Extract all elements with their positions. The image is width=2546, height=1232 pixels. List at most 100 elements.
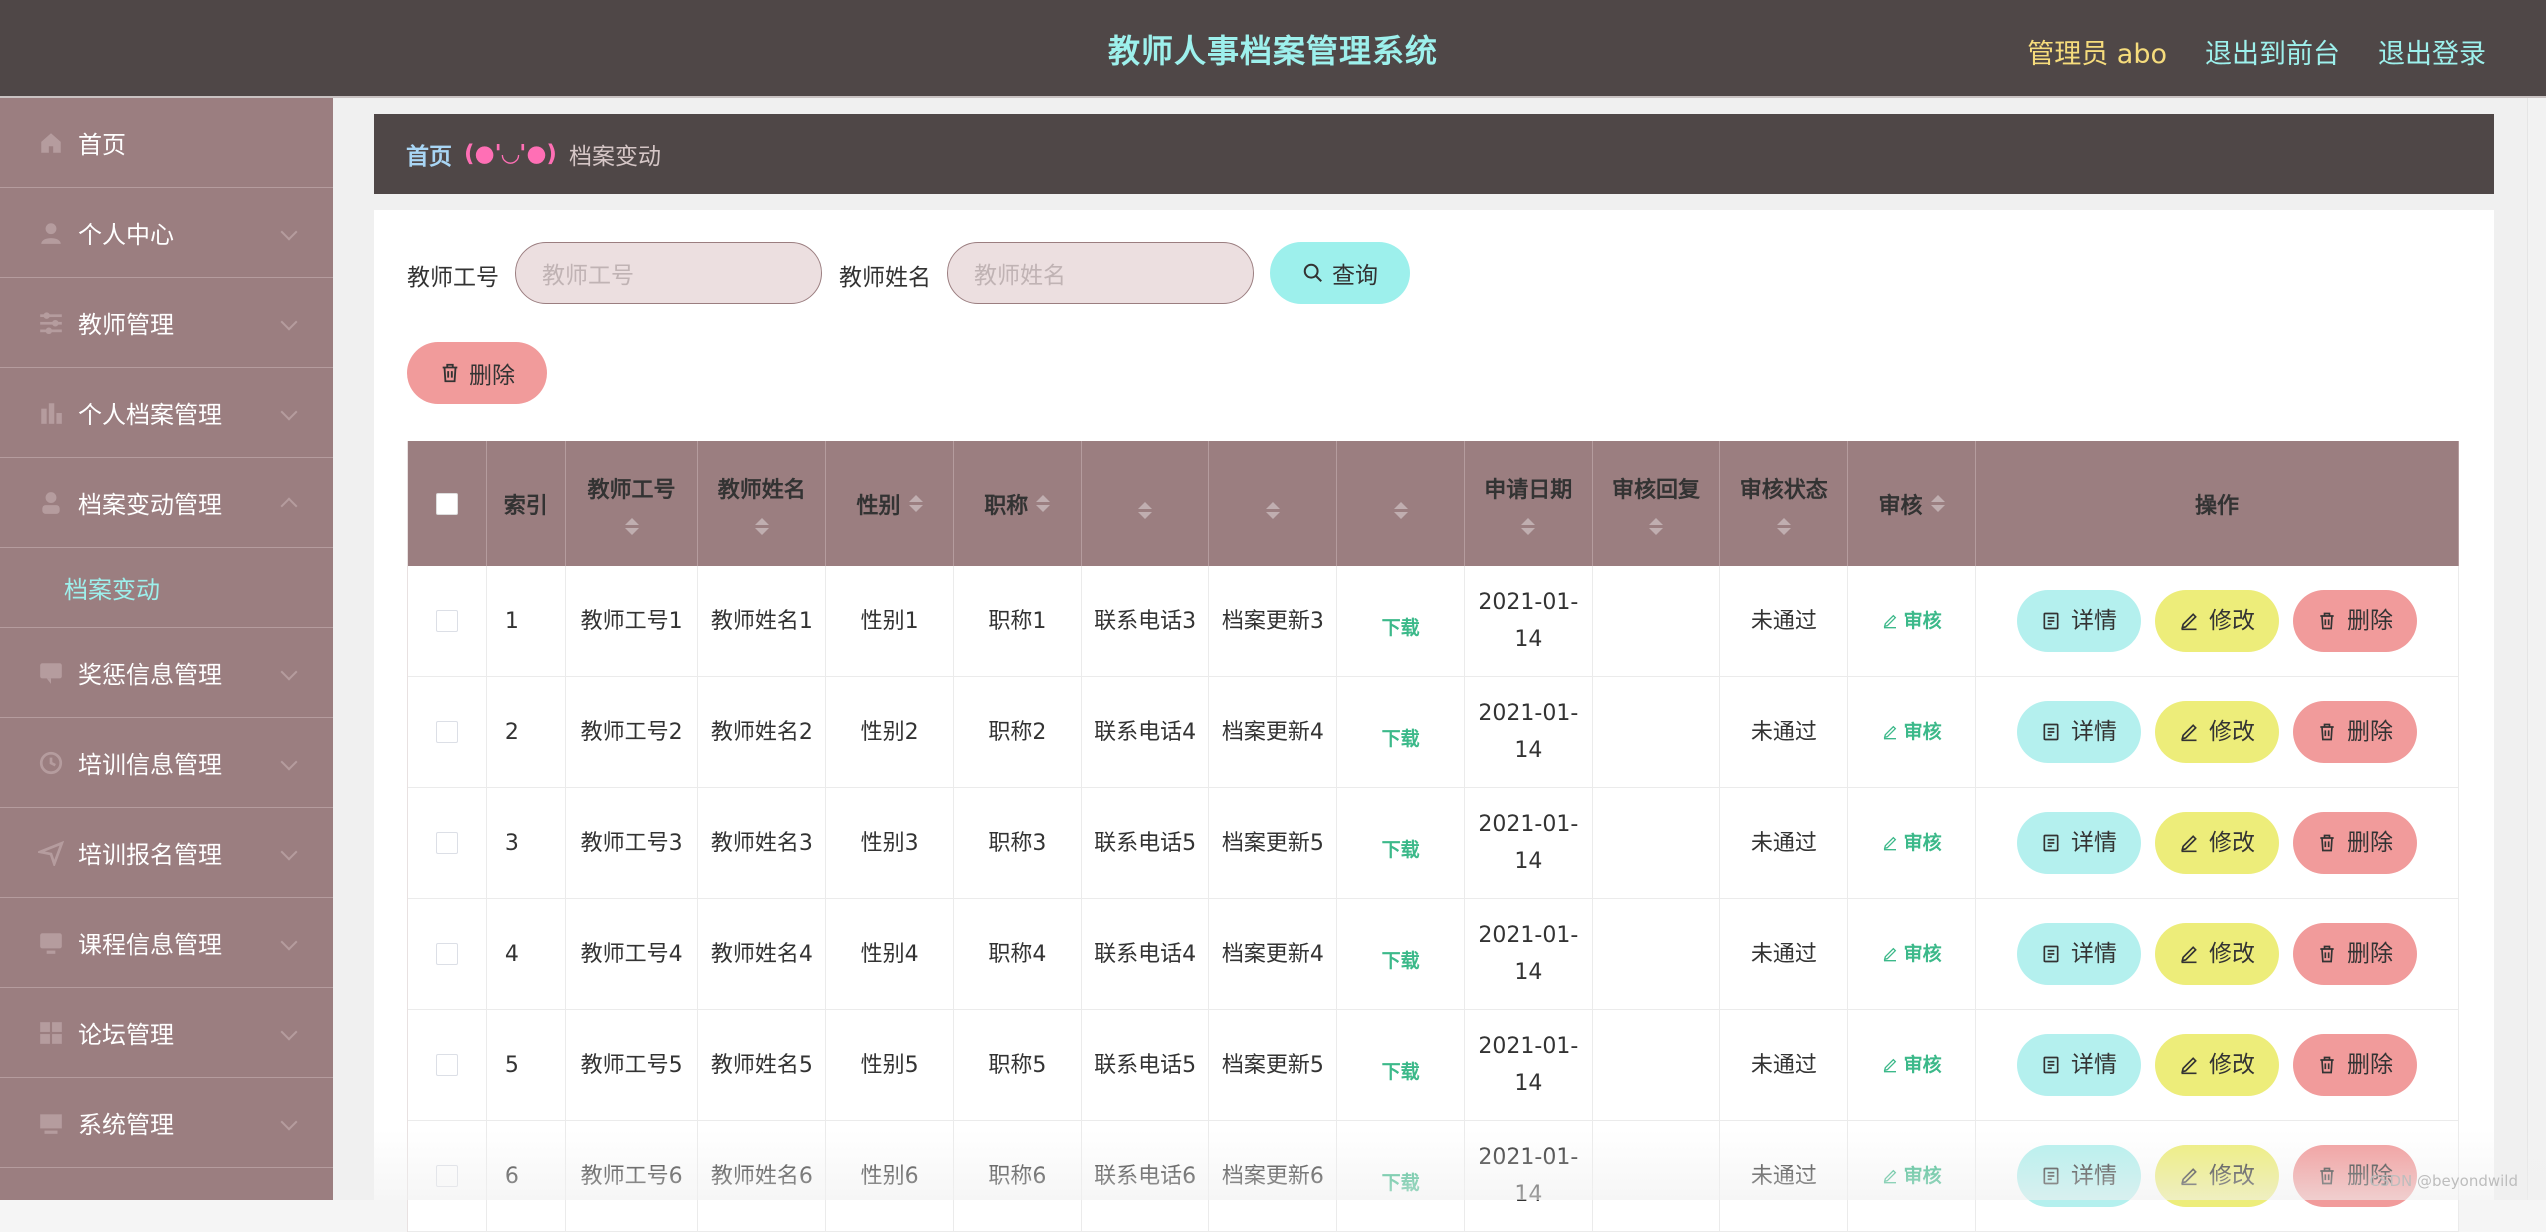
sidebar-item-training-signup[interactable]: 培训报名管理	[0, 808, 333, 898]
delete-button[interactable]: 删除	[2292, 812, 2417, 874]
breadcrumb-home[interactable]: 首页	[406, 137, 452, 171]
sort-icon[interactable]	[1265, 502, 1280, 519]
sidebar-item-personal-center[interactable]: 个人中心	[0, 188, 333, 278]
document-icon	[2043, 723, 2059, 741]
edit-button[interactable]: 修改	[2154, 923, 2279, 985]
edit-button[interactable]: 修改	[2154, 812, 2279, 874]
batch-delete-button[interactable]: 删除	[407, 342, 547, 404]
column-header-apply-date[interactable]: 申请日期	[1465, 441, 1593, 566]
sort-icon[interactable]	[1393, 502, 1408, 519]
column-header-title[interactable]: 职称	[954, 441, 1082, 566]
column-header-teacher-name[interactable]: 教师姓名	[698, 441, 827, 566]
sidebar-item-archive-change-management[interactable]: 档案变动管理	[0, 458, 333, 548]
detail-button[interactable]: 详情	[2016, 923, 2141, 985]
sidebar-item-system[interactable]: 系统管理	[0, 1078, 333, 1168]
cell-index: 1	[504, 608, 519, 634]
sidebar-item-personal-archive[interactable]: 个人档案管理	[0, 368, 333, 458]
column-header-audit-status[interactable]: 审核状态	[1720, 441, 1849, 566]
download-link[interactable]: 下载	[1382, 721, 1420, 758]
cell-gender: 性别1	[860, 608, 919, 634]
row-checkbox[interactable]	[435, 610, 458, 632]
cell-phone: 联系电话5	[1094, 830, 1197, 856]
sidebar-item-reward-punishment[interactable]: 奖惩信息管理	[0, 628, 333, 718]
download-link[interactable]: 下载	[1382, 832, 1420, 869]
detail-button[interactable]: 详情	[2016, 812, 2141, 874]
sidebar-item-home[interactable]: 首页	[0, 98, 333, 188]
sort-icon[interactable]	[754, 518, 769, 535]
edit-button[interactable]: 修改	[2154, 701, 2279, 763]
download-link[interactable]: 下载	[1382, 610, 1420, 647]
delete-button[interactable]: 删除	[2292, 923, 2417, 985]
table-cell	[408, 788, 487, 898]
delete-button[interactable]: 删除	[2292, 1034, 2417, 1096]
table-cell: 档案更新3	[1209, 566, 1338, 676]
audit-link[interactable]: 审核	[1882, 825, 1942, 862]
sort-icon[interactable]	[1521, 518, 1536, 535]
exit-to-front-link[interactable]: 退出到前台	[2205, 32, 2340, 71]
delete-button[interactable]: 删除	[2292, 590, 2417, 652]
detail-button[interactable]: 详情	[2016, 590, 2141, 652]
cell-audit-status: 未通过	[1750, 608, 1817, 634]
table-row: 5 教师工号5 教师姓名5 性别5 职称5 联系电话5 档案更新5 下载 2021-01-14 未…	[408, 1010, 2459, 1121]
row-checkbox[interactable]	[435, 1165, 458, 1187]
sort-icon[interactable]	[908, 495, 923, 512]
download-link[interactable]: 下载	[1382, 943, 1420, 980]
sidebar-item-training-info[interactable]: 培训信息管理	[0, 718, 333, 808]
sort-icon[interactable]	[1036, 495, 1051, 512]
row-checkbox[interactable]	[435, 721, 458, 743]
table-cell: 未通过	[1720, 788, 1849, 898]
download-link[interactable]: 下载	[1382, 1165, 1420, 1202]
table-cell: 教师姓名5	[698, 1010, 827, 1120]
sort-icon[interactable]	[1649, 518, 1664, 535]
table-cell	[408, 566, 487, 676]
cell-audit-status: 未通过	[1750, 1052, 1817, 1078]
edit-button[interactable]: 修改	[2154, 1034, 2279, 1096]
delete-button[interactable]: 删除	[2292, 701, 2417, 763]
cell-apply-date: 2021-01-14	[1478, 590, 1579, 652]
detail-button[interactable]: 详情	[2016, 1034, 2141, 1096]
column-header-index: 索引	[487, 441, 566, 566]
table-cell: 性别1	[826, 566, 954, 676]
row-checkbox[interactable]	[435, 1054, 458, 1076]
sliders-icon	[40, 312, 62, 335]
edit-button[interactable]: 修改	[2154, 1145, 2279, 1207]
sort-icon[interactable]	[624, 518, 639, 535]
column-header-file[interactable]	[1337, 441, 1465, 566]
detail-button[interactable]: 详情	[2016, 1145, 2141, 1207]
row-checkbox[interactable]	[435, 832, 458, 854]
column-header-phone[interactable]	[1082, 441, 1210, 566]
sidebar-item-teacher-management[interactable]: 教师管理	[0, 278, 333, 368]
sort-icon[interactable]	[1930, 495, 1945, 512]
page-scrollbar[interactable]	[2527, 98, 2546, 1200]
sidebar-subitem-archive-change[interactable]: 档案变动	[0, 548, 333, 628]
audit-link[interactable]: 审核	[1882, 1158, 1942, 1195]
column-header-gender[interactable]: 性别	[826, 441, 954, 566]
logout-link[interactable]: 退出登录	[2378, 32, 2486, 71]
row-checkbox[interactable]	[435, 943, 458, 965]
sidebar-item-label: 系统管理	[78, 1111, 174, 1139]
sidebar-item-forum[interactable]: 论坛管理	[0, 988, 333, 1078]
audit-link[interactable]: 审核	[1882, 1047, 1942, 1084]
column-header-teacher-no[interactable]: 教师工号	[566, 441, 699, 566]
sidebar-item-label: 教师管理	[78, 311, 174, 339]
sidebar-item-label: 档案变动管理	[78, 491, 222, 519]
detail-button[interactable]: 详情	[2016, 701, 2141, 763]
search-button[interactable]: 查询	[1270, 242, 1410, 304]
column-header-update[interactable]	[1209, 441, 1338, 566]
sort-icon[interactable]	[1776, 518, 1791, 535]
sort-icon[interactable]	[1138, 502, 1153, 519]
teacher-name-input[interactable]: 教师姓名	[947, 242, 1254, 304]
download-link[interactable]: 下载	[1382, 1054, 1420, 1091]
table-cell: 未通过	[1720, 1010, 1849, 1120]
column-header-audit[interactable]: 审核	[1848, 441, 1976, 566]
sidebar-item-course-info[interactable]: 课程信息管理	[0, 898, 333, 988]
teacher-no-input[interactable]: 教师工号	[515, 242, 822, 304]
audit-link[interactable]: 审核	[1882, 603, 1942, 640]
select-all-checkbox[interactable]	[435, 492, 458, 515]
audit-link[interactable]: 审核	[1882, 714, 1942, 751]
audit-link[interactable]: 审核	[1882, 936, 1942, 973]
edit-button[interactable]: 修改	[2154, 590, 2279, 652]
cell-teacher-name: 教师姓名4	[710, 941, 813, 967]
sidebar-item-label: 个人中心	[78, 221, 174, 249]
column-header-audit-reply[interactable]: 审核回复	[1593, 441, 1721, 566]
